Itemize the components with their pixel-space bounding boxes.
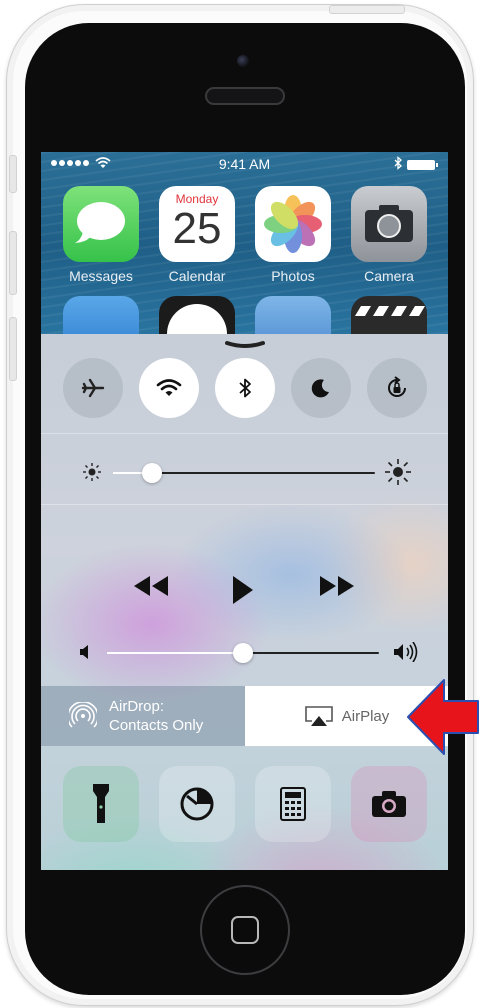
app-messages[interactable]: Messages	[63, 186, 139, 284]
volume-low-icon	[80, 645, 88, 659]
airplay-icon	[304, 706, 333, 726]
brightness-high-icon	[385, 459, 411, 485]
bluetooth-icon	[239, 378, 251, 398]
airdrop-label: AirDrop: Contacts Only	[109, 698, 204, 734]
rewind-button[interactable]	[133, 576, 169, 596]
airdrop-icon	[69, 702, 97, 728]
calendar-icon: Monday 25	[159, 186, 235, 262]
wifi-toggle[interactable]	[139, 358, 199, 418]
rewind-icon	[134, 576, 168, 596]
rotation-lock-icon	[388, 376, 406, 397]
volume-fill	[107, 652, 243, 654]
earpiece-speaker	[205, 87, 285, 105]
brightness-thumb[interactable]	[142, 463, 162, 483]
screen: 9:41 AM Messages Monday 25 Calendar Phot…	[41, 152, 448, 870]
divider	[41, 433, 448, 434]
sleep-wake-button	[329, 5, 405, 14]
wifi-icon	[156, 379, 182, 396]
mute-switch	[9, 155, 17, 193]
airplane-mode-toggle[interactable]	[63, 358, 123, 418]
photos-icon	[255, 186, 331, 262]
grabber-chevron-icon[interactable]	[223, 340, 267, 350]
volume-high-icon	[394, 642, 418, 662]
brightness-low-icon	[83, 463, 101, 481]
calendar-day-number: 25	[172, 204, 222, 253]
play-button[interactable]	[231, 576, 255, 604]
volume-thumb[interactable]	[233, 643, 253, 663]
fast-forward-icon	[320, 576, 354, 596]
do-not-disturb-toggle[interactable]	[291, 358, 351, 418]
camera-icon	[372, 791, 406, 817]
app-camera[interactable]: Camera	[351, 186, 427, 284]
divider	[41, 504, 448, 505]
camera-shortcut-button[interactable]	[351, 766, 427, 842]
play-icon	[233, 576, 253, 604]
airplay-label: AirPlay	[341, 707, 390, 725]
rotation-lock-toggle[interactable]	[367, 358, 427, 418]
volume-up-button	[9, 231, 17, 295]
volume-down-button	[9, 317, 17, 381]
fast-forward-button[interactable]	[319, 576, 355, 596]
calculator-icon	[280, 787, 306, 821]
messages-icon	[63, 186, 139, 262]
timer-button[interactable]	[159, 766, 235, 842]
status-bar: 9:41 AM	[41, 152, 448, 174]
app-photos[interactable]: Photos	[255, 186, 331, 284]
home-button[interactable]	[200, 885, 290, 975]
flashlight-icon	[93, 784, 109, 823]
airdrop-button[interactable]: AirDrop: Contacts Only	[41, 686, 245, 746]
bluetooth-toggle[interactable]	[215, 358, 275, 418]
camera-app-icon	[351, 186, 427, 262]
brightness-slider[interactable]	[113, 463, 375, 483]
status-time: 9:41 AM	[218, 156, 271, 172]
battery-icon	[407, 160, 438, 170]
moon-icon	[311, 379, 329, 398]
home-square-icon	[231, 916, 259, 944]
calculator-button[interactable]	[255, 766, 331, 842]
annotation-arrow-icon	[407, 679, 479, 755]
control-center: AirDrop: Contacts Only AirPlay	[41, 334, 448, 870]
volume-slider[interactable]	[107, 643, 379, 663]
front-camera	[237, 55, 249, 67]
app-calendar[interactable]: Monday 25 Calendar	[159, 186, 235, 284]
timer-icon	[180, 787, 214, 821]
bluetooth-status-icon	[394, 156, 402, 170]
airplane-icon	[81, 378, 105, 398]
flashlight-button[interactable]	[63, 766, 139, 842]
